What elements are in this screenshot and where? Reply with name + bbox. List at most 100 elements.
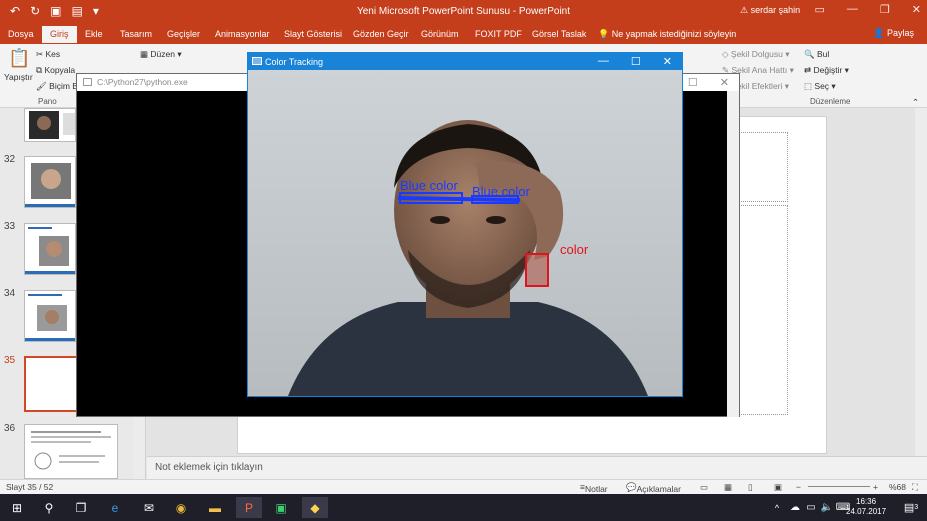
- camera-feed: Blue color Blue color color: [248, 70, 682, 396]
- user-account[interactable]: ⚠ serdar şahin: [740, 5, 800, 16]
- edge-browser-icon[interactable]: e: [102, 497, 128, 518]
- ribbon-display-icon[interactable]: ▭: [815, 3, 825, 16]
- tracking-close-icon[interactable]: ✕: [663, 55, 672, 68]
- find-button[interactable]: 🔍 Bul: [804, 49, 829, 60]
- taskbar-clock[interactable]: 16:36 24.07.2017: [846, 497, 886, 517]
- powerpoint-taskbar-icon[interactable]: P: [236, 497, 262, 518]
- comments-label: Açıklamalar: [636, 484, 681, 494]
- left-eye: [430, 216, 450, 224]
- paste-button[interactable]: Yapıştır: [4, 72, 33, 82]
- windows-start-icon[interactable]: ⊞: [4, 497, 30, 518]
- slide-vertical-scrollbar[interactable]: [915, 108, 927, 456]
- user-name: serdar şahin: [750, 5, 801, 15]
- close-icon[interactable]: ✕: [912, 3, 921, 16]
- slideshow-icon[interactable]: ▣: [774, 482, 782, 493]
- task-view-icon[interactable]: ❐: [68, 497, 94, 518]
- color-tracking-window[interactable]: Color Tracking — ☐ ✕ Blue color Blue col…: [247, 52, 683, 397]
- tab-animasyonlar[interactable]: Animasyonlar: [215, 29, 270, 39]
- pycharm-icon[interactable]: ▣: [268, 497, 294, 518]
- thumbnail-36-image: [25, 425, 117, 478]
- slide-placeholder-body[interactable]: [738, 205, 788, 415]
- console-icon: [83, 78, 92, 86]
- mail-icon[interactable]: ✉: [136, 497, 162, 518]
- tab-foxit-pdf[interactable]: FOXIT PDF: [475, 29, 522, 39]
- group-label-editing: Düzenleme: [810, 97, 851, 106]
- tab-slayt-gosterisi[interactable]: Slayt Gösterisi: [284, 29, 342, 39]
- slide-thumbnail-36[interactable]: [24, 424, 118, 479]
- collapse-ribbon-icon[interactable]: ⌃: [912, 97, 919, 108]
- tab-giris[interactable]: Giriş: [42, 26, 77, 43]
- slide-thumbnail-34[interactable]: [24, 290, 76, 342]
- color-tracking-title: Color Tracking: [265, 57, 324, 67]
- tab-ekle[interactable]: Ekle: [85, 29, 103, 39]
- paste-icon[interactable]: 📋: [8, 48, 30, 69]
- window-controls: ▭ — ❐ ✕: [815, 3, 922, 16]
- blue-color-label-1: Blue color: [400, 178, 458, 193]
- search-icon[interactable]: ⚲: [36, 497, 62, 518]
- tracking-maximize-icon[interactable]: ☐: [631, 55, 641, 68]
- thumbnail-34-image: [25, 291, 75, 341]
- shape-fill-label: Şekil Dolgusu: [730, 49, 783, 59]
- color-tracking-controls: — ☐ ✕: [598, 55, 672, 68]
- notes-label: Notlar: [584, 484, 608, 494]
- tell-me-text: Ne yapmak istediğinizi söyleyin: [611, 29, 737, 39]
- layout-button[interactable]: ▦ Düzen ▾: [140, 49, 182, 60]
- normal-view-icon[interactable]: ▭: [700, 482, 708, 493]
- status-bar: Slayt 35 / 52 ≡ Notlar 💬 Açıklamalar ▭ ▦…: [0, 479, 927, 494]
- tracking-minimize-icon[interactable]: —: [598, 55, 609, 68]
- console-close-icon[interactable]: ✕: [720, 76, 729, 89]
- chrome-icon[interactable]: ◉: [168, 497, 194, 518]
- person-icon: 👤: [873, 28, 885, 38]
- select-label: Seç: [814, 81, 830, 91]
- tab-gorunum[interactable]: Görünüm: [421, 29, 459, 39]
- slide-placeholder-top[interactable]: [738, 132, 788, 202]
- zoom-level[interactable]: %68: [889, 482, 906, 492]
- tell-me-box[interactable]: 💡 Ne yapmak istediğinizi söyleyin: [598, 29, 736, 40]
- blue-color-label-2: Blue color: [472, 184, 530, 199]
- slide-thumbnail-33[interactable]: [24, 223, 76, 275]
- copy-button[interactable]: ⧉ Kopyala: [36, 65, 75, 76]
- clock-time: 16:36: [856, 497, 877, 506]
- tab-gozden-gecir[interactable]: Gözden Geçir: [353, 29, 409, 39]
- tab-dosya[interactable]: Dosya: [8, 29, 34, 39]
- tab-gorsel-taslak[interactable]: Görsel Taslak: [532, 29, 586, 39]
- slide-thumbnail-35-selected[interactable]: [24, 356, 78, 412]
- comments-button[interactable]: 💬 Açıklamalar: [626, 482, 681, 494]
- fit-slide-icon[interactable]: ⛶: [912, 482, 918, 493]
- tab-tasarim[interactable]: Tasarım: [120, 29, 152, 39]
- minimize-icon[interactable]: —: [847, 3, 858, 16]
- python-console-scrollbar[interactable]: [727, 91, 739, 417]
- slide-thumbnail-32[interactable]: [24, 156, 76, 208]
- zoom-slider[interactable]: [808, 486, 870, 487]
- restore-icon[interactable]: ❐: [880, 3, 890, 16]
- console-maximize-icon[interactable]: ☐: [688, 76, 698, 89]
- slide-sorter-icon[interactable]: ▦: [724, 482, 732, 493]
- file-explorer-icon[interactable]: ▬: [202, 497, 228, 518]
- slide-number-35: 35: [4, 355, 16, 366]
- notes-button[interactable]: ≡ Notlar: [580, 482, 608, 494]
- camera-frame: Blue color Blue color color: [248, 70, 682, 396]
- thumbnail-33-image: [25, 224, 75, 274]
- red-color-label: color: [560, 242, 589, 257]
- shape-fill-button[interactable]: ◇ Şekil Dolgusu ▾: [722, 49, 790, 60]
- find-label: Bul: [816, 49, 830, 59]
- select-button[interactable]: ⬚ Seç ▾: [804, 81, 836, 92]
- zoom-out-icon[interactable]: −: [796, 482, 801, 492]
- slide-number-33: 33: [4, 221, 16, 232]
- notes-pane[interactable]: Not eklemek için tıklayın: [147, 456, 927, 479]
- powerpoint-title-bar: ↶ ↻ ▣ ▤ ▾ Yeni Microsoft PowerPoint Sunu…: [0, 0, 927, 24]
- slide-counter: Slayt 35 / 52: [6, 482, 54, 492]
- python-taskbar-icon[interactable]: ◆: [302, 497, 328, 518]
- tab-gecisler[interactable]: Geçişler: [167, 29, 200, 39]
- copy-label: Kopyala: [44, 65, 76, 75]
- slide-thumbnail-31[interactable]: [24, 108, 76, 142]
- replace-button[interactable]: ⇄ Değiştir ▾: [804, 65, 849, 76]
- zoom-in-icon[interactable]: +: [873, 482, 878, 492]
- share-button[interactable]: 👤 Paylaş: [868, 27, 919, 40]
- reading-view-icon[interactable]: ▯: [748, 482, 753, 493]
- replace-label: Değiştir: [813, 65, 843, 75]
- thumbnail-31-image: [25, 109, 75, 141]
- slide-number-36: 36: [4, 423, 16, 434]
- cut-button[interactable]: ✂ Kes: [36, 49, 60, 60]
- action-center-icon[interactable]: ▤ 3: [898, 497, 924, 518]
